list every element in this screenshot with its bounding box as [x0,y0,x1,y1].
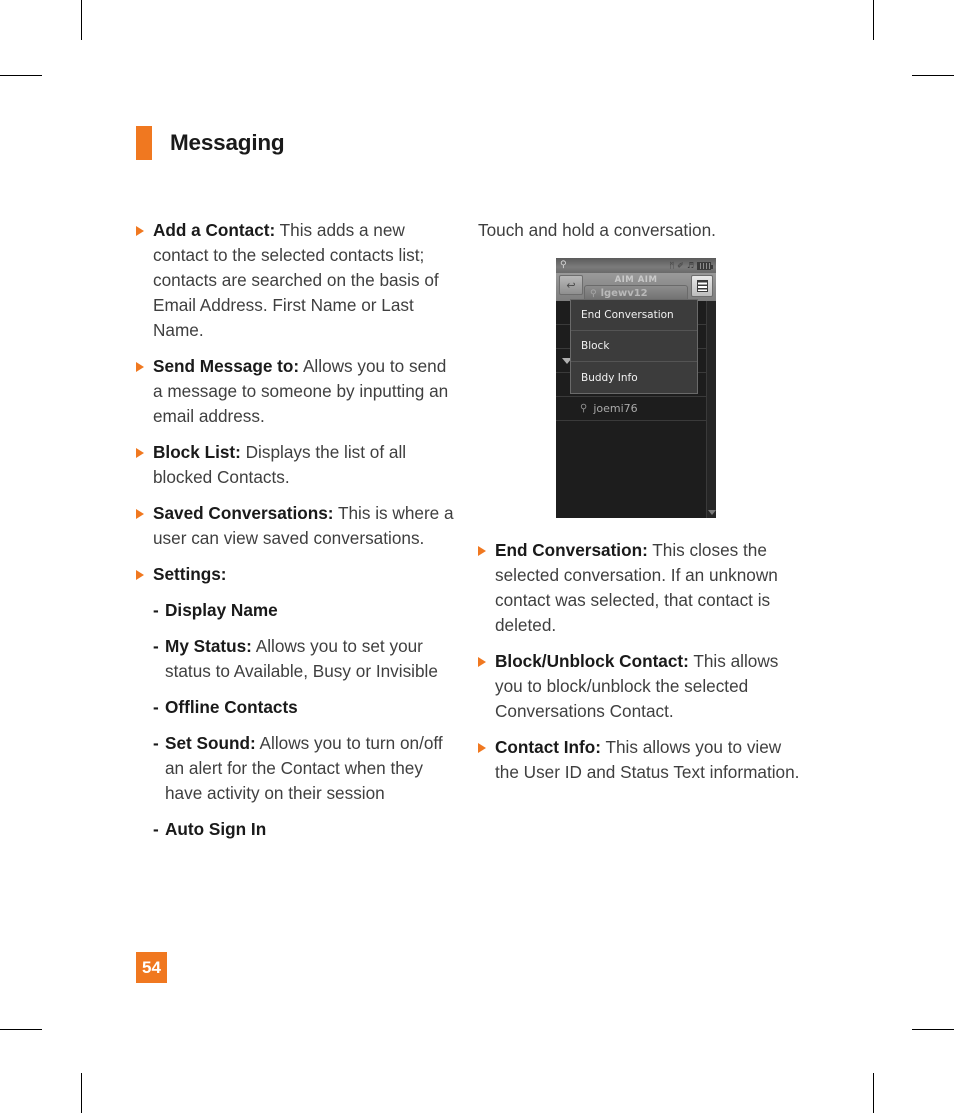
page-number-badge: 54 [136,952,167,983]
phone-toolbar: AIM AIM ↩ ⚲ lgewv12 [556,273,716,302]
sub-list-item-term: Offline Contacts [165,697,298,717]
list-item-term: Contact Info: [495,737,601,757]
crop-mark-bottom-right [873,1073,874,1113]
signal-icon: ⚲ [560,260,567,270]
context-menu[interactable]: End Conversation Block Buddy Info [570,299,698,394]
crop-mark-right-bottom [912,1029,954,1030]
list-item: Block List: Displays the list of all blo… [136,440,456,490]
left-column: Add a Contact: This adds a new contact t… [136,218,456,853]
crop-mark-bottom-left [81,1073,82,1113]
triangle-bullet-icon [136,226,144,236]
intro-text: Touch and hold a conversation. [478,220,716,240]
back-icon[interactable]: ↩ [559,275,583,295]
menu-item-end-conversation[interactable]: End Conversation [571,300,697,331]
selected-conversation-label: lgewv12 [600,288,648,299]
triangle-bullet-icon [136,570,144,580]
menu-list-icon[interactable] [691,275,713,297]
scrollbar[interactable] [706,301,716,518]
triangle-bullet-icon [478,657,486,667]
sub-list-item-term: My Status: [165,636,252,656]
menu-lines-glyph [696,280,708,292]
crop-mark-top-left [81,0,82,40]
right-column-list: End Conversation: This closes the select… [478,538,808,796]
bluetooth-icon: ᛗ [669,260,675,270]
crop-mark-top-right [873,0,874,40]
list-item: Block/Unblock Contact: This allows you t… [478,649,808,724]
list-item-term: End Conversation: [495,540,648,560]
right-column: Touch and hold a conversation. [478,218,808,255]
triangle-bullet-icon [136,448,144,458]
triangle-bullet-icon [136,362,144,372]
triangle-bullet-icon [478,743,486,753]
sub-list-item: - Set Sound: Allows you to turn on/off a… [153,731,456,806]
dash-bullet-icon: - [153,733,159,753]
list-item-term: Block List: [153,442,241,462]
dash-bullet-icon: - [153,697,159,717]
battery-icon [697,261,713,270]
crop-mark-left-bottom [0,1029,42,1030]
menu-item-buddy-info[interactable]: Buddy Info [571,362,697,393]
list-item: End Conversation: This closes the select… [478,538,808,638]
sub-list-item-term: Auto Sign In [165,819,267,839]
sub-list-item: - Auto Sign In [153,817,456,842]
list-item-term: Block/Unblock Contact: [495,651,689,671]
list-item-term: Settings: [153,564,227,584]
contact-name: joemi76 [593,402,638,415]
chevron-down-icon[interactable] [708,510,716,515]
buddy-avatar-icon: ⚲ [590,288,597,299]
menu-item-block[interactable]: Block [571,331,697,362]
sub-list-item: - My Status: Allows you to set your stat… [153,634,456,684]
buddy-avatar-icon: ⚲ [580,403,588,414]
sub-list-item-term: Set Sound: [165,733,256,753]
sub-list-item-term: Display Name [165,600,278,620]
list-item: Contact Info: This allows you to view th… [478,735,808,785]
header-accent-bar [136,126,152,160]
vibrate-icon: ♬ [686,260,694,270]
dash-bullet-icon: - [153,819,159,839]
triangle-bullet-icon [136,509,144,519]
phone-screenshot-figure: ⚲ ᛗ ✐ ♬ AIM AIM ↩ ⚲ lgewv12 ⚲ lgewv12 ⚲ … [556,258,716,518]
list-item: Settings: [136,562,456,587]
page-header: Messaging [136,126,285,160]
list-item[interactable]: ⚲ joemi76 [556,397,716,421]
dash-bullet-icon: - [153,600,159,620]
list-item-term: Add a Contact: [153,220,276,240]
phone-status-bar: ⚲ ᛗ ✐ ♬ [556,258,716,273]
document-page: Messaging Add a Contact: This adds a new… [0,0,954,1113]
list-item: Send Message to: Allows you to send a me… [136,354,456,429]
buddy-icon: ✐ [677,260,684,270]
list-item: Add a Contact: This adds a new contact t… [136,218,456,343]
sub-list-item: - Offline Contacts [153,695,456,720]
list-item-term: Saved Conversations: [153,503,334,523]
list-item-term: Send Message to: [153,356,300,376]
triangle-bullet-icon [478,546,486,556]
crop-mark-left-top [0,75,42,76]
list-item: Saved Conversations: This is where a use… [136,501,456,551]
sub-list-item: - Display Name [153,598,456,623]
page-title: Messaging [170,130,285,155]
dash-bullet-icon: - [153,636,159,656]
crop-mark-right-top [912,75,954,76]
